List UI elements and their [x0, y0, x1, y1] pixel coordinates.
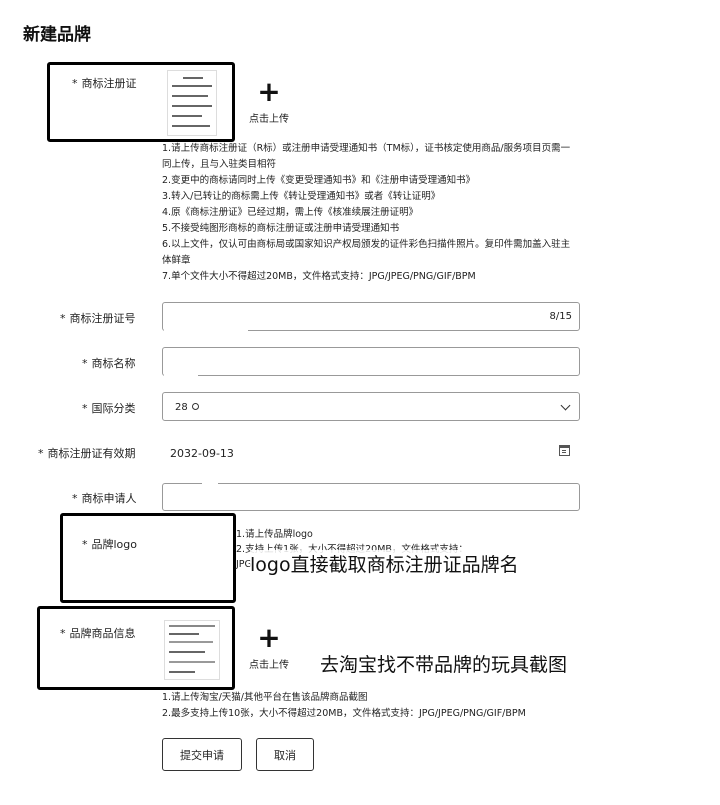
- brand-logo-highlight-box: [60, 513, 236, 603]
- note-line: 1.请上传品牌logo: [236, 529, 313, 540]
- applicant-label: * 商标申请人: [72, 492, 137, 505]
- redaction-mask: [202, 478, 218, 488]
- note-line: 5.不接受纯图形商标的商标注册证或注册申请受理通知书: [162, 223, 400, 234]
- brand-name-label: * 商标名称: [82, 357, 136, 370]
- brand-product-annotation: 去淘宝找不带品牌的玩具截图: [320, 654, 568, 676]
- chevron-down-icon: [560, 400, 571, 411]
- intl-class-select[interactable]: 28: [162, 392, 580, 421]
- applicant-input[interactable]: [162, 483, 580, 511]
- date-value: 2032-09-13: [170, 447, 234, 460]
- note-line: 体鲜章: [162, 255, 191, 266]
- brand-product-thumbnail[interactable]: [164, 620, 220, 680]
- plus-icon: +: [257, 621, 281, 654]
- note-line: 4.原《商标注册证》已经过期，需上传《核准续展注册证明》: [162, 207, 419, 218]
- reg-number-label: * 商标注册证号: [60, 312, 136, 325]
- brand-product-notes: 1.请上传淘宝/天猫/其他平台在售该品牌商品截图 2.最多支持上传10张，大小不…: [162, 690, 612, 722]
- page-title: 新建品牌: [23, 25, 91, 45]
- note-line: 6.以上文件，仅认可由商标局或国家知识产权局颁发的证件彩色扫描件照片。复印件需加…: [162, 239, 571, 250]
- required-mark: *: [72, 77, 78, 90]
- loading-icon: [192, 403, 199, 410]
- char-counter: 8/15: [549, 311, 572, 322]
- brand-product-label: * 品牌商品信息: [60, 627, 136, 640]
- note-line: 1.请上传淘宝/天猫/其他平台在售该品牌商品截图: [162, 692, 368, 703]
- selected-value: 28: [175, 402, 188, 413]
- calendar-icon[interactable]: [559, 445, 570, 456]
- note-line: 1.请上传商标注册证（R标）或注册申请受理通知书（TM标），证书核定使用商品/服…: [162, 143, 571, 154]
- note-line: 同上传，且与入驻类目相符: [162, 159, 277, 170]
- brand-product-upload-button[interactable]: + 点击上传: [244, 621, 294, 672]
- note-line: 2.变更中的商标请同时上传《变更受理通知书》和《注册申请受理通知书》: [162, 175, 476, 186]
- note-line: 3.转入/已转让的商标需上传《转让受理通知书》或者《转让证明》: [162, 191, 441, 202]
- brand-logo-label: * 品牌logo: [82, 538, 137, 551]
- submit-button[interactable]: 提交申请: [162, 738, 242, 771]
- upload-text: 点击上传: [249, 660, 289, 671]
- trademark-certificate-thumbnail[interactable]: [167, 70, 217, 136]
- plus-icon: +: [257, 75, 281, 108]
- validity-label: * 商标注册证有效期: [38, 447, 136, 460]
- redaction-mask: [164, 366, 198, 378]
- trademark-certificate-label: * 商标注册证: [72, 77, 137, 90]
- brand-logo-annotation: logo直接截取商标注册证品牌名: [250, 550, 519, 577]
- trademark-certificate-upload-button[interactable]: + 点击上传: [244, 75, 294, 126]
- note-line: 7.单个文件大小不得超过20MB，文件格式支持：JPG/JPEG/PNG/GIF…: [162, 271, 476, 282]
- intl-class-label: * 国际分类: [82, 402, 136, 415]
- note-line: 2.最多支持上传10张，大小不得超过20MB，文件格式支持：JPG/JPEG/P…: [162, 708, 526, 719]
- brand-name-input[interactable]: [162, 347, 580, 376]
- validity-date-picker[interactable]: 2032-09-13: [162, 438, 580, 466]
- redaction-mask: [164, 322, 248, 334]
- trademark-certificate-notes: 1.请上传商标注册证（R标）或注册申请受理通知书（TM标），证书核定使用商品/服…: [162, 141, 602, 285]
- upload-text: 点击上传: [249, 114, 289, 125]
- cancel-button[interactable]: 取消: [256, 738, 314, 771]
